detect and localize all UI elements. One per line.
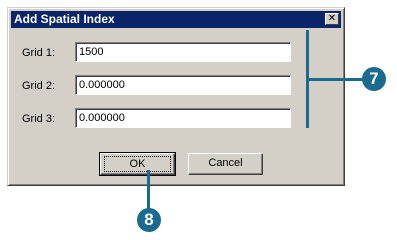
cancel-button[interactable]: Cancel [188, 153, 263, 175]
grids-connector-line [306, 78, 366, 81]
grid-3-label: Grid 3: [22, 113, 56, 125]
ok-button[interactable]: OK [99, 152, 176, 176]
grid-1-input[interactable]: 1500 [75, 42, 291, 62]
callout-7-badge: 7 [362, 67, 386, 91]
grid-2-input[interactable]: 0.000000 [75, 75, 291, 95]
grid-2-label: Grid 2: [22, 80, 56, 92]
add-spatial-index-dialog: Add Spatial Index ✕ Grid 1: 1500 Grid 2:… [7, 7, 345, 186]
title-bar: Add Spatial Index ✕ [11, 11, 341, 28]
ok-button-label: OK [104, 156, 171, 172]
grid-1-label: Grid 1: [22, 47, 56, 59]
dialog-title: Add Spatial Index [14, 12, 115, 26]
callout-8-badge: 8 [137, 208, 161, 232]
close-icon[interactable]: ✕ [325, 13, 339, 25]
grid-3-input[interactable]: 0.000000 [75, 108, 291, 128]
